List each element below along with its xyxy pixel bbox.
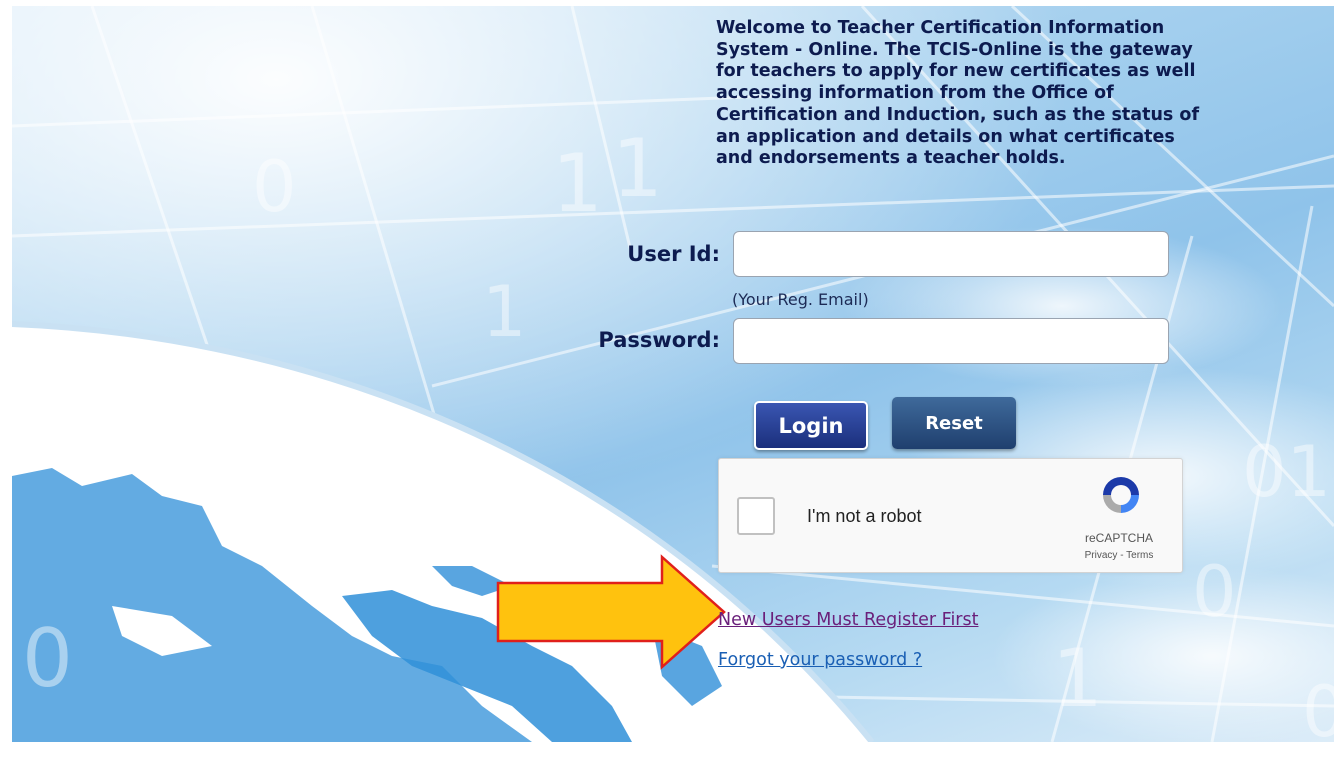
welcome-line: System - Online. The TCIS-Online is the …	[716, 39, 1193, 60]
register-link[interactable]: New Users Must Register First	[718, 610, 978, 630]
user-id-hint: (Your Reg. Email)	[732, 290, 869, 309]
welcome-line: accessing information from the Office of	[716, 83, 1114, 104]
password-input[interactable]	[733, 318, 1169, 364]
forgot-password-link[interactable]: Forgot your password ?	[718, 650, 922, 670]
welcome-line: for teachers to apply for new certificat…	[716, 61, 1196, 82]
background-digit: 0	[1192, 551, 1237, 633]
user-id-input[interactable]	[733, 231, 1169, 277]
welcome-line: and endorsements a teacher holds.	[716, 148, 1066, 169]
welcome-line: an application and details on what certi…	[716, 126, 1175, 147]
welcome-line: Welcome to Teacher Certification Informa…	[716, 18, 1165, 38]
user-id-label: User Id:	[627, 242, 720, 266]
recaptcha-brand: reCAPTCHA	[1084, 531, 1153, 545]
password-label: Password:	[598, 328, 720, 352]
welcome-message: Welcome to Teacher Certification Informa…	[716, 18, 1306, 170]
background-digit: 01	[1242, 431, 1331, 513]
background-digit: 1	[552, 137, 603, 230]
recaptcha-privacy-terms[interactable]: Privacy - Terms	[1063, 550, 1175, 561]
recaptcha-label: I'm not a robot	[807, 506, 922, 526]
background-digit: 0	[22, 612, 73, 705]
reset-button[interactable]: Reset	[892, 397, 1016, 449]
background-digit: 1	[612, 122, 663, 215]
recaptcha-widget: I'm not a robot reCAPTCHA Privacy - Term…	[718, 458, 1183, 573]
recaptcha-checkbox[interactable]	[737, 497, 775, 535]
background-digit: 0	[1302, 671, 1334, 742]
recaptcha-icon	[1103, 477, 1139, 513]
login-button[interactable]: Login	[754, 401, 868, 450]
background-digit: 0	[252, 146, 297, 228]
welcome-line: Certification and Induction, such as the…	[716, 104, 1200, 125]
background-digit: 1	[1052, 632, 1103, 725]
